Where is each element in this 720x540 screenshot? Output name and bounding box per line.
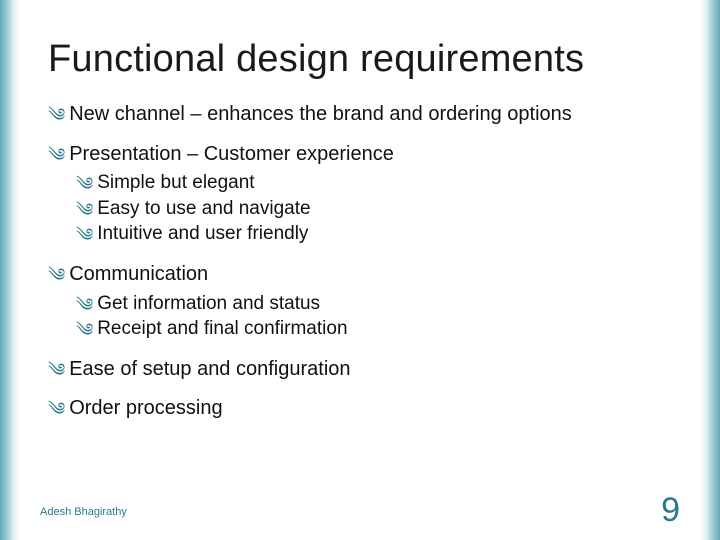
swirl-icon: ༄ (76, 320, 89, 342)
footer-author: Adesh Bhagirathy (40, 506, 127, 518)
swirl-icon: ༄ (76, 225, 89, 247)
bullet-text: Presentation – Customer experience (69, 143, 394, 166)
swirl-icon: ༄ (76, 174, 89, 196)
slide: Functional design requirements ༄ New cha… (0, 0, 720, 540)
swirl-icon: ༄ (48, 360, 61, 382)
swirl-icon: ༄ (48, 399, 61, 421)
swirl-icon: ༄ (76, 200, 89, 222)
bullet-text: Communication (69, 263, 208, 286)
bullet-text: Easy to use and navigate (97, 198, 310, 220)
accent-strip-left (0, 0, 20, 540)
bullet-text: Order processing (69, 397, 222, 420)
bullet-level2: ༄ Receipt and final confirmation (76, 318, 672, 342)
bullet-level1: ༄ Order processing (48, 397, 672, 421)
bullet-level2-group: ༄ Get information and status ༄ Receipt a… (76, 293, 672, 342)
bullet-text: Intuitive and user friendly (97, 223, 308, 245)
footer-page-number: 9 (661, 491, 680, 530)
bullet-level2: ༄ Intuitive and user friendly (76, 223, 672, 247)
bullet-level2: ༄ Simple but elegant (76, 172, 672, 196)
bullet-level1: ༄ Presentation – Customer experience (48, 143, 672, 167)
bullet-level1: ༄ Ease of setup and configuration (48, 358, 672, 382)
bullet-text: Receipt and final confirmation (97, 318, 347, 340)
swirl-icon: ༄ (76, 295, 89, 317)
swirl-icon: ༄ (48, 265, 61, 287)
bullet-level2: ༄ Easy to use and navigate (76, 198, 672, 222)
slide-content: Functional design requirements ༄ New cha… (48, 38, 672, 437)
slide-title: Functional design requirements (48, 38, 672, 81)
accent-strip-right (700, 0, 720, 540)
bullet-text: Get information and status (97, 293, 320, 315)
bullet-text: Simple but elegant (97, 172, 254, 194)
bullet-level1: ༄ Communication (48, 263, 672, 287)
bullet-level2: ༄ Get information and status (76, 293, 672, 317)
swirl-icon: ༄ (48, 105, 61, 127)
bullet-text: New channel – enhances the brand and ord… (69, 103, 572, 126)
swirl-icon: ༄ (48, 145, 61, 167)
bullet-level2-group: ༄ Simple but elegant ༄ Easy to use and n… (76, 172, 672, 247)
bullet-text: Ease of setup and configuration (69, 358, 350, 381)
bullet-level1: ༄ New channel – enhances the brand and o… (48, 103, 672, 127)
